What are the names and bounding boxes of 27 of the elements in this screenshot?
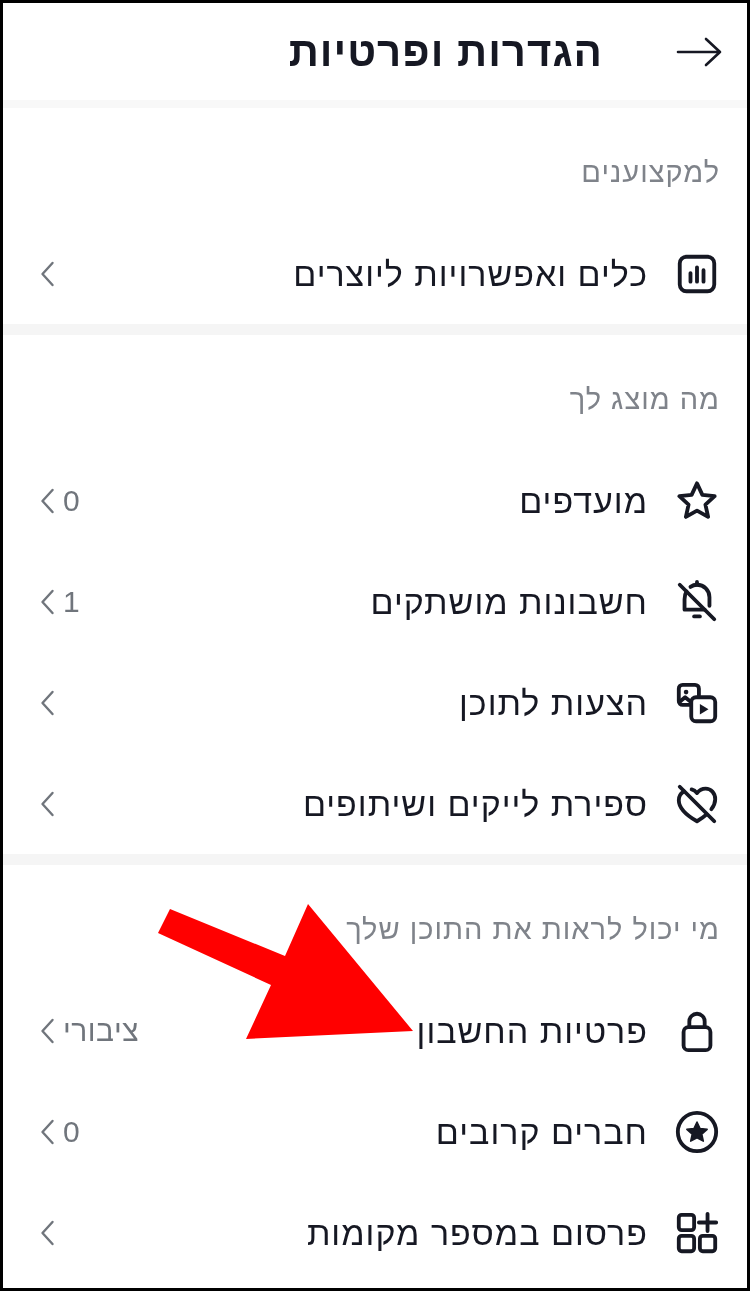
section-header: מה מוצג לך [569,382,720,417]
chevron-icon [40,1219,55,1246]
chevron-icon [40,260,55,287]
grid-plus-icon [674,1209,720,1256]
menu-item-label[interactable]: פרסום במספר מקומות [306,1211,648,1254]
chevron-icon [40,689,55,716]
item-value: 0 [63,482,81,519]
menu-item-label[interactable]: מועדפים [519,479,648,522]
menu-item-label[interactable]: חשבונות מושתקים [370,580,648,623]
menu-item-label[interactable]: פרטיות החשבון [416,1009,648,1052]
page-title: הגדרות ופרטיות [288,27,603,76]
item-value: 1 [63,583,81,620]
item-value: ציבורי [63,1012,140,1049]
star-circle-icon [674,1108,720,1155]
chevron-icon [40,588,55,615]
chevron-icon [40,790,55,817]
chevron-icon [40,1017,55,1044]
menu-item-label[interactable]: חברים קרובים [435,1110,648,1153]
chevron-icon [40,487,55,514]
back-arrow-icon[interactable] [675,35,723,68]
menu-item-label[interactable]: ספירת לייקים ושיתופים [302,782,648,825]
item-value: 0 [63,1113,81,1150]
section-header: למקצוענים [581,155,720,190]
menu-item-label[interactable]: הצעות לתוכן [459,681,648,724]
chevron-icon [40,1118,55,1145]
section-header: מי יכול לראות את התוכן שלך [346,912,720,947]
menu-item-label[interactable]: כלים ואפשרויות ליוצרים [293,252,648,295]
